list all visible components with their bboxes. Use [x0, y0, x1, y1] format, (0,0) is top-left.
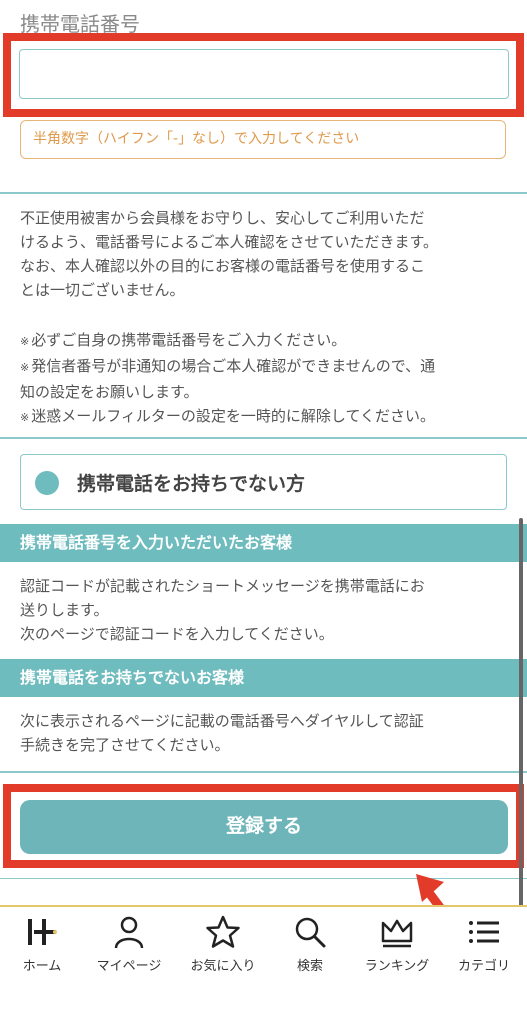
bottom-navigation: ホーム マイページ お気に入り 検索 ランキング カテゴリ [0, 905, 527, 980]
divider [0, 192, 527, 194]
phone-number-input[interactable] [19, 49, 509, 99]
note-mark: ※ [20, 335, 30, 348]
info-line: 不正使用被害から会員様をお守りし、安心してご利用いただ [20, 209, 425, 227]
info-line: とは一切ございません。 [20, 281, 185, 299]
section-line: 次のページで認証コードを入力してください。 [20, 625, 334, 643]
phone-input-hint: 半角数字（ハイフン「-」なし）で入力してください [20, 120, 506, 159]
star-icon [206, 915, 240, 948]
info-line: けるよう、電話番号によるご本人確認をさせていただきます。 [20, 233, 439, 251]
section-line: 送りします。 [20, 601, 109, 619]
home-logo-icon [28, 919, 57, 945]
note-item: ※ 迷惑メールフィルターの設定を一時的に解除してください。 [20, 404, 515, 430]
notes-list: ※ 必ずご自身の携帯電話番号をご入力ください。 ※ 発信者番号が非通知の場合ご本人確… [20, 328, 515, 430]
scrollbar-thumb[interactable] [519, 518, 523, 928]
section-body: 認証コードが記載されたショートメッセージを携帯電話にお 送りします。 次のページ… [20, 574, 515, 646]
nav-label: ホーム [22, 959, 62, 974]
section-line: 次に表示されるページに記載の電話番号へダイヤルして認証 [20, 712, 424, 730]
note-item: ※ 必ずご自身の携帯電話番号をご入力ください。 [20, 328, 515, 354]
no-phone-option-label: 携帯電話をお持ちでない方 [77, 473, 306, 495]
section-body: 次に表示されるページに記載の電話番号へダイヤルして認証 手続きを完了させてくださ… [20, 709, 515, 757]
person-icon [114, 916, 144, 949]
divider [0, 437, 527, 439]
note-item-continued: 知の設定をお願いします。 [20, 380, 515, 404]
register-button[interactable]: 登録する [20, 800, 508, 854]
note-text: 発信者番号が非通知の場合ご本人確認ができませんので、通 [31, 357, 436, 375]
info-paragraph: 不正使用被害から会員様をお守りし、安心してご利用いただ けるよう、電話番号による… [20, 206, 515, 302]
list-icon [469, 921, 499, 943]
note-text: 知の設定をお願いします。 [20, 383, 199, 401]
divider [0, 771, 527, 773]
no-phone-radio-option[interactable]: 携帯電話をお持ちでない方 [20, 454, 507, 510]
section-line: 手続きを完了させてください。 [20, 736, 230, 754]
note-text: 必ずご自身の携帯電話番号をご入力ください。 [31, 331, 347, 349]
nav-label: 検索 [296, 959, 323, 974]
search-icon [295, 917, 326, 948]
radio-dot-icon[interactable] [35, 471, 59, 495]
crown-icon [381, 919, 413, 948]
note-text: 迷惑メールフィルターの設定を一時的に解除してください。 [31, 407, 436, 425]
nav-label: お気に入り [190, 959, 256, 974]
nav-label: ランキング [364, 959, 430, 974]
nav-label: カテゴリ [457, 959, 510, 974]
section-heading: 携帯電話をお持ちでないお客様 [0, 659, 527, 697]
note-mark: ※ [20, 411, 30, 424]
nav-label: マイページ [96, 959, 162, 974]
section-heading: 携帯電話番号を入力いただいたお客様 [0, 524, 527, 562]
section-line: 認証コードが記載されたショートメッセージを携帯電話にお [20, 577, 425, 595]
info-line: なお、本人確認以外の目的にお客様の電話番号を使用するこ [20, 257, 426, 275]
note-item: ※ 発信者番号が非通知の場合ご本人確認ができませんので、通 [20, 354, 515, 380]
note-mark: ※ [20, 361, 30, 374]
